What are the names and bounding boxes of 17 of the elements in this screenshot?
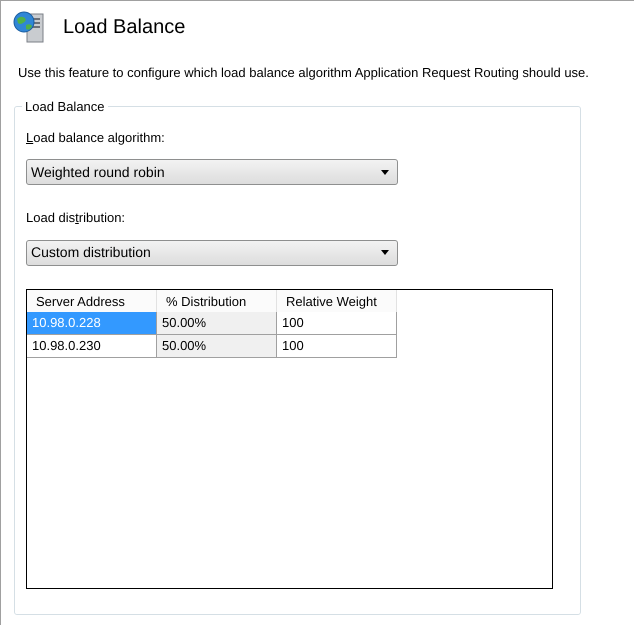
table-cell: 50.00% — [157, 334, 277, 358]
field-label: Load balance algorithm: — [26, 128, 166, 147]
table-cell: 10.98.0.228 — [27, 312, 157, 334]
caret-icon — [381, 250, 389, 255]
description: Use this feature to configure which load balance algorithm Application Request Routing should use. — [17, 64, 590, 82]
dropdown[interactable]: Custom distribution — [26, 240, 398, 266]
page-title: Load Balance — [63, 15, 186, 40]
table-cell: 50.00% — [157, 312, 277, 334]
dropdown[interactable]: Weighted round robin — [26, 159, 398, 185]
column-header: Server Address — [27, 290, 157, 312]
field-label: Load distribution: — [26, 209, 126, 227]
table-cell: 100 — [277, 312, 397, 334]
column-header: Relative Weight — [277, 290, 397, 312]
caret-icon — [381, 170, 389, 174]
table-cell: 10.98.0.230 — [27, 334, 157, 358]
table-cell: 100 — [277, 334, 397, 358]
column-header: % Distribution — [157, 290, 277, 312]
